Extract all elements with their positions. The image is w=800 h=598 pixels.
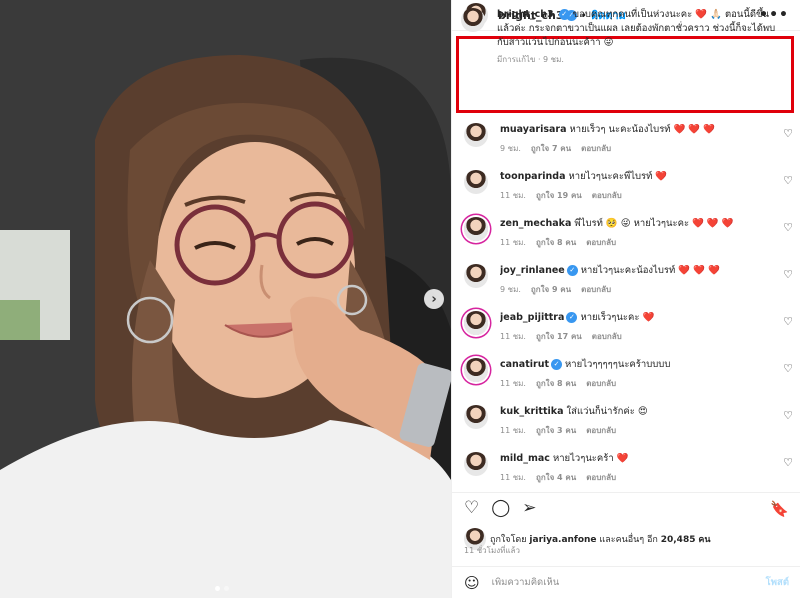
comment-row: zen_mechaka พี่ไบรท์ 🥺 😜 หายไวๆนะคะ ❤️ ❤… [452, 211, 800, 258]
post-side-panel: bright_ch3 ✓ • ติดตาม ••• bright_ch3 ✓ ข… [451, 0, 800, 598]
comment-composer: ☺ โพสต์ [452, 566, 800, 598]
liker-username[interactable]: jariya.anfone [529, 535, 596, 545]
heart-outline-icon[interactable]: ♡ [783, 456, 793, 469]
reply-button[interactable]: ตอบกลับ [586, 377, 616, 390]
emoji-icon[interactable]: ☺ [464, 574, 480, 592]
verified-badge-icon: ✓ [551, 359, 563, 370]
comment-likes[interactable]: ถูกใจ 17 คน [536, 330, 582, 343]
commenter-username[interactable]: kuk_krittika [500, 406, 563, 417]
heart-outline-icon[interactable]: ♡ [464, 500, 479, 517]
likes-count[interactable]: 20,485 [661, 535, 696, 545]
heart-outline-icon[interactable]: ♡ [783, 409, 793, 422]
heart-outline-icon[interactable]: ♡ [783, 221, 793, 234]
reply-button[interactable]: ตอบกลับ [586, 236, 616, 249]
comment-likes[interactable]: ถูกใจ 8 คน [536, 236, 576, 249]
post-timestamp[interactable]: 11 ชั่วโมงที่แล้ว [464, 544, 520, 557]
comment-row: canatirut ✓ หายไวๆๆๆๆๆนะคร้าบบบบ 11 ชม. ถูก… [452, 352, 800, 399]
comment-row: mild_mac หายไวๆนะคร้า ❤️ 11 ชม. ถูกใจ 4 คน… [452, 446, 800, 493]
comment-time[interactable]: 9 ชม. [500, 283, 521, 296]
comment-likes[interactable]: ถูกใจ 7 คน [531, 142, 571, 155]
comment-time[interactable]: 11 ชม. [500, 330, 526, 343]
reply-button[interactable]: ตอบกลับ [586, 424, 616, 437]
comment-time[interactable]: 11 ชม. [500, 424, 526, 437]
comment-row: joy_rinlanee ✓ หายไวๆนะคะน้องไบรท์ ❤️ ❤️ … [452, 258, 800, 305]
comment-time[interactable]: 11 ชม. [500, 377, 526, 390]
comment-time[interactable]: 11 ชม. [500, 189, 526, 202]
comment-input[interactable] [491, 577, 742, 588]
likes-middle: และคนอื่นๆ อีก [599, 535, 658, 545]
heart-outline-icon[interactable]: ♡ [783, 362, 793, 375]
commenter-username[interactable]: zen_mechaka [500, 218, 571, 229]
comment-list: muayarisara หายเร็วๆ นะคะน้องไบรท์ ❤️ ❤️… [452, 117, 800, 493]
comment-row: muayarisara หายเร็วๆ นะคะน้องไบรท์ ❤️ ❤️… [452, 117, 800, 164]
reply-button[interactable]: ตอบกลับ [592, 330, 622, 343]
heart-outline-icon[interactable]: ♡ [783, 127, 793, 140]
commenter-avatar[interactable] [464, 264, 488, 288]
verified-badge-icon: ✓ [558, 9, 570, 20]
heart-outline-icon[interactable]: ♡ [783, 315, 793, 328]
comment-row: kuk_krittika ใส่แว่นก็น่ารักค่ะ 😍 11 ชม. ถ… [452, 399, 800, 446]
reply-button[interactable]: ตอบกลับ [592, 189, 622, 202]
next-slide-button[interactable]: › [424, 289, 444, 309]
verified-badge-icon: ✓ [566, 312, 578, 323]
comment-likes[interactable]: ถูกใจ 19 คน [536, 189, 582, 202]
commenter-username[interactable]: toonparinda [500, 171, 565, 182]
comment-text: หายเร็วๆ นะคะน้องไบรท์ ❤️ ❤️ ❤️ [569, 124, 716, 135]
comment-time[interactable]: 9 ชม. [500, 142, 521, 155]
comment-text: หายไวๆๆๆๆๆนะคร้าบบบบ [565, 359, 671, 370]
reply-button[interactable]: ตอบกลับ [586, 471, 616, 484]
carousel-dot-active [215, 586, 220, 591]
heart-outline-icon[interactable]: ♡ [783, 174, 793, 187]
comment-likes[interactable]: ถูกใจ 9 คน [531, 283, 571, 296]
comment-text: ใส่แว่นก็น่ารักค่ะ 😍 [566, 406, 648, 417]
comment-text: หายเร็วๆนะคะ ❤️ [580, 312, 655, 323]
carousel-dot [224, 586, 229, 591]
carousel-dots [215, 586, 229, 591]
reply-button[interactable]: ตอบกลับ [581, 283, 611, 296]
comment-likes[interactable]: ถูกใจ 4 คน [536, 471, 576, 484]
post-action-bar: ♡ ◯ ➢ 🔖 [452, 492, 800, 524]
commenter-avatar[interactable] [464, 311, 488, 335]
comment-likes[interactable]: ถูกใจ 8 คน [536, 377, 576, 390]
comment-icon[interactable]: ◯ [491, 500, 510, 517]
commenter-username[interactable]: jeab_pijittra [500, 312, 564, 323]
send-icon[interactable]: ➢ [522, 500, 536, 517]
commenter-avatar[interactable] [464, 405, 488, 429]
likes-suffix: คน [698, 535, 711, 545]
caption-username[interactable]: bright_ch3 [497, 9, 554, 20]
commenter-username[interactable]: mild_mac [500, 453, 550, 464]
comment-time[interactable]: 11 ชม. [500, 236, 526, 249]
comment-likes[interactable]: ถูกใจ 3 คน [536, 424, 576, 437]
comment-text: หายไวๆนะคะพี่ไบรท์ ❤️ [568, 171, 668, 182]
chevron-right-icon: › [431, 291, 437, 307]
caption-avatar[interactable] [461, 8, 485, 32]
commenter-username[interactable]: muayarisara [500, 124, 567, 135]
verified-badge-icon: ✓ [566, 265, 578, 276]
commenter-username[interactable]: joy_rinlanee [500, 265, 565, 276]
comment-row: jeab_pijittra ✓ หายเร็วๆนะคะ ❤️ 11 ชม. ถูกใ… [452, 305, 800, 352]
comment-row: toonparinda หายไวๆนะคะพี่ไบรท์ ❤️ 11 ชม. ถ… [452, 164, 800, 211]
caption-meta: มีการแก้ไข · 9 ชม. [497, 55, 564, 64]
comment-text: หายไวๆนะคะน้องไบรท์ ❤️ ❤️ ❤️ [580, 265, 720, 276]
post-caption: bright_ch3 ✓ ขอบคุณทุกคนที่เป็นห่วงนะคะ … [461, 8, 781, 67]
commenter-avatar[interactable] [464, 358, 488, 382]
bookmark-icon[interactable]: 🔖 [770, 500, 789, 518]
post-comment-button[interactable]: โพสต์ [766, 575, 789, 590]
commenter-avatar[interactable] [464, 217, 488, 241]
photo-illustration [0, 0, 451, 598]
comment-text: พี่ไบรท์ 🥺 😜 หายไวๆนะคะ ❤️ ❤️ ❤️ [574, 218, 734, 229]
comment-text: หายไวๆนะคร้า ❤️ [552, 453, 629, 464]
post-photo: › [0, 0, 451, 598]
commenter-avatar[interactable] [464, 123, 488, 147]
comment-time[interactable]: 11 ชม. [500, 471, 526, 484]
reply-button[interactable]: ตอบกลับ [581, 142, 611, 155]
commenter-username[interactable]: canatirut [500, 359, 549, 370]
heart-outline-icon[interactable]: ♡ [783, 268, 793, 281]
commenter-avatar[interactable] [464, 452, 488, 476]
commenter-avatar[interactable] [464, 170, 488, 194]
